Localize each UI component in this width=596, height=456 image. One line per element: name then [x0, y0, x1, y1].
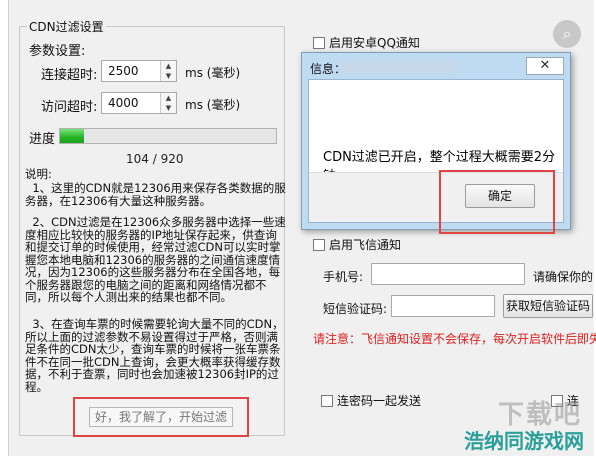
start-filter-highlight: 好，我了解了，开始过滤	[73, 397, 249, 437]
spin-down-icon[interactable]: ▼	[161, 71, 176, 81]
connect-timeout-label: 连接超时:	[41, 68, 98, 83]
description-title: 说明:	[25, 167, 52, 181]
send-with-password-label: 连密码一起发送	[337, 394, 422, 408]
phone-label: 手机号:	[323, 270, 364, 284]
ok-button[interactable]: 确定	[465, 184, 535, 208]
android-qq-checkbox[interactable]	[313, 37, 325, 49]
description-2: 2、CDN过滤是在12306众多服务器中选择一些速度相应比较快的服务器的IP地址…	[25, 215, 286, 304]
progress-label: 进度	[29, 132, 56, 147]
send-with-password-option[interactable]: 连密码一起发送	[321, 392, 421, 409]
spin-up-icon[interactable]: ▲	[161, 61, 176, 71]
send-with-password-checkbox[interactable]	[321, 395, 333, 407]
access-timeout-unit: ms (毫秒)	[185, 98, 241, 112]
spin-up-icon[interactable]: ▲	[161, 93, 176, 103]
group-title: CDN过滤设置	[27, 18, 106, 35]
cdn-filter-panel: CDN过滤设置 参数设置: 连接超时: 2500 ▲ ▼ ms (毫秒) 访问超…	[9, 0, 294, 456]
phone-input[interactable]	[371, 263, 525, 285]
sms-label: 短信验证码:	[323, 302, 388, 316]
watermark-logo: 下载吧 浩纳同游戏网	[450, 392, 590, 454]
app-window: CDN过滤设置 参数设置: 连接超时: 2500 ▲ ▼ ms (毫秒) 访问超…	[8, 0, 596, 456]
watermark-bottom: 浩纳同游戏网	[464, 429, 584, 453]
fetion-label: 启用飞信通知	[329, 238, 402, 252]
sms-code-input[interactable]	[391, 295, 495, 317]
dialog-body: CDN过滤已开启，整个过程大概需要2分钟 确定	[308, 79, 564, 234]
description-3: 3、在查询车票的时候需要轮询大量不同的CDN，所以上面的过滤参数不易设置得过于严…	[25, 317, 284, 394]
dialog-title-redacted	[340, 61, 458, 73]
connect-timeout-unit: ms (毫秒)	[185, 66, 241, 80]
ok-button-highlight: 确定	[439, 170, 555, 234]
start-filter-button[interactable]: 好，我了解了，开始过滤	[89, 407, 233, 427]
phone-hint: 请确保你的	[533, 270, 594, 284]
progress-bar	[59, 128, 277, 144]
spinner-arrows[interactable]: ▲ ▼	[160, 93, 176, 113]
fetion-warning: 请注意：飞信通知设置不会保存，每次开启软件后即失效	[313, 332, 596, 346]
get-sms-code-button[interactable]: 获取短信验证码	[503, 294, 593, 318]
params-label: 参数设置:	[29, 44, 86, 59]
description-1: 1、这里的CDN就是12306用来保存各类数据的服务器，在12306有大量这种服…	[25, 181, 286, 208]
fetion-option[interactable]: 启用飞信通知	[313, 236, 401, 253]
info-dialog: 信息： ✕ CDN过滤已开启，整个过程大概需要2分钟 确定	[301, 52, 571, 234]
close-icon[interactable]: ✕	[526, 57, 564, 75]
spin-down-icon[interactable]: ▼	[161, 103, 176, 113]
connect-timeout-spinner[interactable]: 2500 ▲ ▼	[101, 60, 177, 82]
android-qq-label: 启用安卓QQ通知	[329, 36, 420, 50]
progress-fill	[60, 129, 85, 143]
android-qq-option[interactable]: 启用安卓QQ通知	[313, 34, 420, 51]
fetion-checkbox[interactable]	[313, 239, 325, 251]
spinner-arrows[interactable]: ▲ ▼	[160, 61, 176, 81]
search-icon[interactable]: ⌕	[553, 20, 581, 48]
access-timeout-label: 访问超时:	[41, 100, 98, 115]
connect-timeout-value: 2500	[108, 64, 139, 78]
access-timeout-value: 4000	[108, 96, 139, 110]
progress-text: 104 / 920	[126, 152, 184, 166]
access-timeout-spinner[interactable]: 4000 ▲ ▼	[101, 92, 177, 114]
